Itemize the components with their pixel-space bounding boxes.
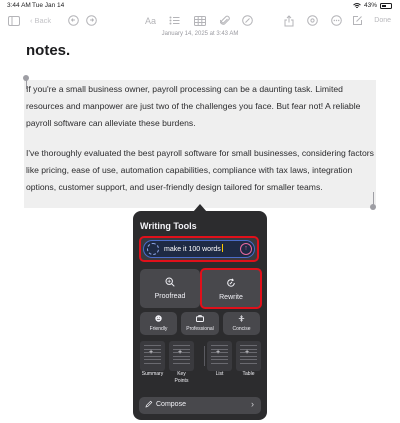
back-label: Back [34,16,52,25]
compose-note-icon[interactable] [352,14,363,27]
friendly-label: Friendly [149,326,168,332]
plus-icon: + [216,349,221,356]
table-button[interactable]: + [236,341,261,371]
selection-end-handle[interactable] [370,204,376,210]
send-icon[interactable]: ↑ [240,243,252,255]
summary-label: Summary [141,371,164,377]
list-label: List [215,371,224,377]
status-date: Tue Jan 14 [32,2,65,9]
note-title[interactable]: notes. [26,42,70,59]
apple-intelligence-icon [147,243,159,255]
professional-label: Professional [186,326,214,332]
attachment-icon[interactable] [220,14,230,27]
key-points-button[interactable]: + [169,341,194,371]
chevron-right-icon: › [251,399,254,409]
battery-icon [380,2,392,9]
battery-percent: 43% [363,2,377,9]
describe-change-text: make it 100 words [164,246,221,253]
share-icon[interactable] [284,14,294,27]
redo-icon[interactable] [86,14,97,27]
describe-change-input[interactable]: make it 100 words ↑ [139,236,259,262]
summary-button[interactable]: + [140,341,165,371]
notes-toolbar: ‹ Back Aa Done [0,12,400,30]
plus-icon: + [245,349,250,356]
rewrite-button[interactable]: Rewrite [200,268,262,309]
list-button[interactable]: + [207,341,232,371]
compose-button[interactable]: Compose › [139,397,261,414]
done-button[interactable]: Done [374,14,391,27]
back-chevron-icon: ‹ [30,16,33,25]
friendly-button[interactable]: Friendly [140,312,177,335]
note-paragraph[interactable]: I've thoroughly evaluated the best payro… [26,145,376,196]
proofread-button[interactable]: Proofread [140,269,200,308]
markup-icon[interactable] [242,14,253,27]
briefcase-icon [196,315,204,322]
key-points-label: Key Points [174,371,189,384]
aa-label: Aa [145,15,157,26]
describe-change-value[interactable]: make it 100 words [164,244,223,253]
format-aa-button[interactable]: Aa [145,14,156,27]
note-paragraph[interactable]: If you're a small business owner, payrol… [26,81,376,132]
plus-icon: + [178,349,183,356]
more-icon[interactable] [331,14,342,27]
note-date: January 14, 2025 at 3:43 AM [161,31,239,37]
rewrite-icon [227,278,235,287]
concise-icon [238,315,245,322]
search-sparkle-icon [165,277,175,287]
at-icon[interactable] [307,14,318,27]
checklist-icon[interactable] [169,14,180,27]
concise-label: Concise [232,326,251,332]
back-button[interactable]: ‹ Back [30,14,51,27]
writing-tools-title: Writing Tools [140,221,197,231]
describe-change-field[interactable]: make it 100 words ↑ [143,240,255,258]
text-caret [221,244,223,252]
smile-icon [155,315,162,322]
professional-button[interactable]: Professional [181,312,219,335]
plus-icon: + [149,349,154,356]
status-right: 43% [353,2,392,9]
proofread-label: Proofread [154,293,186,300]
pencil-icon [145,400,153,408]
format-divider [204,346,205,366]
writing-tools-popover: Writing Tools make it 100 words ↑ Proofr… [133,211,267,420]
undo-icon[interactable] [68,14,79,27]
wifi-icon [353,2,361,8]
table-label: Table [242,371,255,377]
sidebar-icon[interactable] [8,14,20,27]
status-bar: 3:44 AM Tue Jan 14 43% [0,0,400,12]
concise-button[interactable]: Concise [223,312,260,335]
compose-label: Compose [156,401,186,408]
done-label: Done [374,17,391,24]
rewrite-label: Rewrite [219,294,243,301]
table-icon[interactable] [194,14,206,27]
status-time: 3:44 AM [7,2,31,9]
